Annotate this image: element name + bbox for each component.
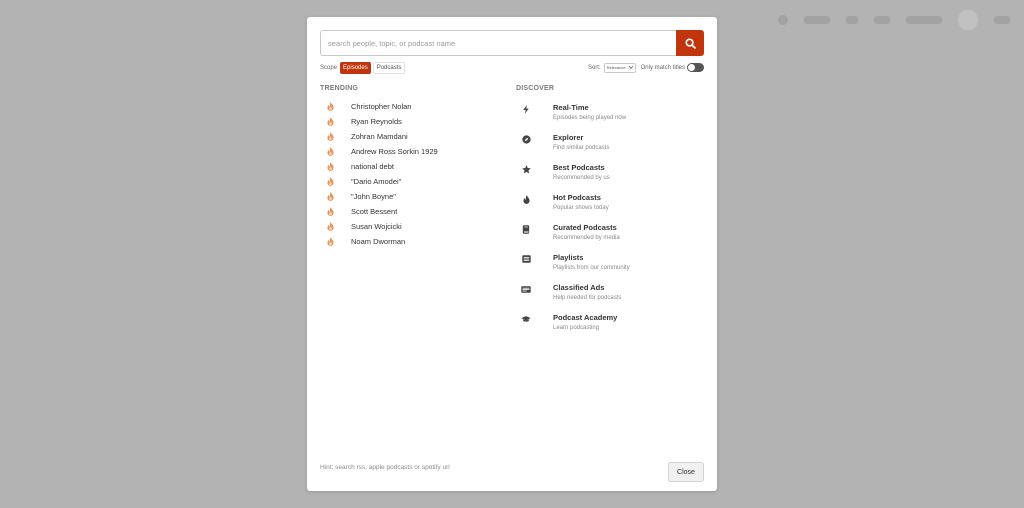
trending-item[interactable]: Andrew Ross Sorkin 1929 bbox=[326, 144, 506, 159]
trending-item[interactable]: Ryan Reynolds bbox=[326, 114, 506, 129]
star-icon bbox=[521, 164, 531, 174]
discover-subtitle: Learn podcasting bbox=[553, 325, 600, 331]
background-nav bbox=[778, 10, 1010, 30]
discover-item-playlists[interactable]: Playlists Playlists from our community bbox=[521, 253, 701, 283]
discover-title: Hot Podcasts bbox=[553, 193, 601, 202]
close-button[interactable]: Close bbox=[668, 462, 704, 482]
fire-icon bbox=[326, 102, 334, 111]
discover-subtitle: Recommended by us bbox=[553, 175, 610, 181]
chevron-down-icon bbox=[628, 66, 633, 69]
trending-item[interactable]: Christopher Nolan bbox=[326, 99, 506, 114]
fire-icon bbox=[326, 237, 334, 246]
search-icon bbox=[684, 37, 696, 49]
discover-subtitle: Playlists from our community bbox=[553, 265, 630, 271]
bg-nav-help bbox=[874, 16, 890, 24]
discover-item-podcast-academy[interactable]: Podcast Academy Learn podcasting bbox=[521, 313, 701, 343]
fire-icon bbox=[326, 132, 334, 141]
fire-icon bbox=[326, 117, 334, 126]
filter-row: Scope Episodes Podcasts Sort: Relevance … bbox=[320, 61, 704, 74]
graduation-cap-icon bbox=[521, 314, 531, 324]
scope-label: Scope bbox=[320, 64, 338, 71]
discover-subtitle: Popular shows today bbox=[553, 205, 609, 211]
discover-subtitle: Recommended by media bbox=[553, 235, 620, 241]
compass-icon bbox=[521, 134, 531, 144]
trending-heading: TRENDING bbox=[320, 85, 359, 92]
discover-subtitle: Find similar podcasts bbox=[553, 145, 610, 151]
discover-item-real-time[interactable]: Real-Time Episodes being played now bbox=[521, 103, 701, 133]
bg-nav-api bbox=[846, 16, 858, 24]
discover-title: Explorer bbox=[553, 133, 584, 142]
sort-select[interactable]: Relevance bbox=[603, 62, 636, 73]
discover-title: Podcast Academy bbox=[553, 313, 618, 322]
discover-item-hot-podcasts[interactable]: Hot Podcasts Popular shows today bbox=[521, 193, 701, 223]
trending-list: Christopher Nolan Ryan Reynolds Zohran M… bbox=[326, 99, 506, 249]
fire-icon bbox=[326, 207, 334, 216]
fire-icon bbox=[326, 177, 334, 186]
bell-icon bbox=[778, 15, 788, 25]
trending-item[interactable]: national debt bbox=[326, 159, 506, 174]
discover-subtitle: Help needed for podcasts bbox=[553, 295, 622, 301]
discover-list: Real-Time Episodes being played now Explo… bbox=[521, 103, 701, 343]
fire-icon bbox=[326, 147, 334, 156]
sort-label: Sort: bbox=[587, 64, 601, 71]
trending-item[interactable]: Susan Wojcicki bbox=[326, 219, 506, 234]
match-titles-label: Only match titles bbox=[640, 64, 685, 71]
search-hint: Hint: search rss, apple podcasts or spot… bbox=[320, 464, 450, 471]
ad-icon bbox=[521, 284, 531, 294]
discover-item-best-podcasts[interactable]: Best Podcasts Recommended by us bbox=[521, 163, 701, 193]
trending-item[interactable]: "Dario Amodei" bbox=[326, 174, 506, 189]
bg-nav-login bbox=[994, 16, 1010, 24]
search-button[interactable] bbox=[676, 30, 704, 56]
fire-icon bbox=[326, 162, 334, 171]
search-modal: Scope Episodes Podcasts Sort: Relevance … bbox=[307, 17, 717, 491]
search-input[interactable] bbox=[320, 30, 676, 56]
list-icon bbox=[521, 254, 531, 264]
scope-podcasts-tab[interactable]: Podcasts bbox=[372, 61, 406, 74]
search-bar bbox=[320, 30, 704, 56]
discover-title: Playlists bbox=[553, 253, 584, 262]
discover-heading: DISCOVER bbox=[516, 85, 555, 92]
discover-title: Classified Ads bbox=[553, 283, 605, 292]
flame-icon bbox=[521, 194, 531, 204]
discover-item-classified-ads[interactable]: Classified Ads Help needed for podcasts bbox=[521, 283, 701, 313]
trending-item[interactable]: Zohran Mamdani bbox=[326, 129, 506, 144]
bolt-icon bbox=[521, 104, 531, 114]
trending-item[interactable]: Scott Bessent bbox=[326, 204, 506, 219]
avatar bbox=[958, 10, 978, 30]
scope-episodes-tab[interactable]: Episodes bbox=[340, 61, 371, 74]
book-icon bbox=[521, 224, 531, 234]
trending-item[interactable]: "John Boyne" bbox=[326, 189, 506, 204]
trending-item[interactable]: Noam Dworman bbox=[326, 234, 506, 249]
sort-selected-value: Relevance bbox=[606, 65, 626, 70]
match-titles-toggle[interactable] bbox=[687, 63, 704, 72]
discover-title: Best Podcasts bbox=[553, 163, 605, 172]
discover-item-curated-podcasts[interactable]: Curated Podcasts Recommended by media bbox=[521, 223, 701, 253]
bg-nav-add-feed bbox=[804, 16, 830, 24]
discover-subtitle: Episodes being played now bbox=[553, 115, 627, 121]
fire-icon bbox=[326, 192, 334, 201]
bg-nav-browse bbox=[906, 16, 942, 24]
fire-icon bbox=[326, 222, 334, 231]
discover-item-explorer[interactable]: Explorer Find similar podcasts bbox=[521, 133, 701, 163]
discover-title: Real-Time bbox=[553, 103, 589, 112]
discover-title: Curated Podcasts bbox=[553, 223, 617, 232]
